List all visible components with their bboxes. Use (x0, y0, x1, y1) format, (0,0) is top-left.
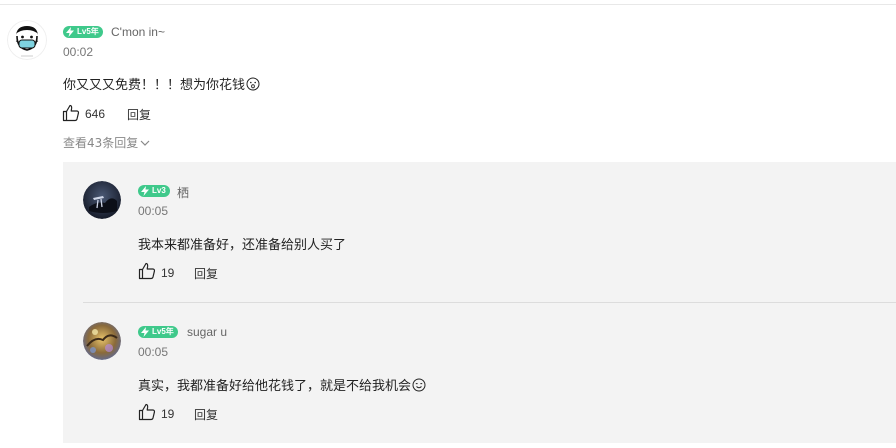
reply-text: 真实，我都准备好给他花钱了，就是不给我机会 (138, 375, 426, 396)
reply-button[interactable]: 回复 (194, 406, 218, 423)
like-count: 19 (161, 266, 175, 280)
reply-button[interactable]: 回复 (194, 265, 218, 282)
username[interactable]: C'mon in~ (111, 25, 165, 39)
level-badge: Lv3 (138, 185, 170, 197)
surprised-emoji-icon (246, 77, 260, 95)
thumbs-up-icon[interactable] (62, 104, 80, 122)
level-text: Lv5年 (152, 327, 174, 336)
comment-text: 你又又又免费！！！想为你花钱 (63, 74, 260, 95)
view-replies-label: 查看43条回复 (63, 136, 139, 150)
reply-text: 我本来都准备好，还准备给别人买了 (138, 238, 347, 253)
timestamp: 00:02 (63, 45, 94, 59)
like-count: 646 (85, 107, 106, 121)
lightning-icon (138, 185, 152, 197)
reply-divider (83, 302, 896, 303)
lightning-icon (63, 26, 77, 38)
chevron-down-icon (140, 136, 150, 150)
level-text: Lv3 (152, 186, 166, 195)
level-text: Lv5年 (77, 27, 99, 36)
username[interactable]: 栖 (177, 184, 189, 201)
top-divider (0, 4, 896, 5)
reply-button[interactable]: 回复 (127, 106, 151, 123)
timestamp: 00:05 (138, 204, 169, 218)
thumbs-up-icon[interactable] (138, 262, 156, 280)
avatar[interactable] (7, 20, 47, 60)
avatar[interactable] (83, 322, 121, 360)
username[interactable]: sugar u (187, 325, 227, 339)
smile-emoji-icon (412, 378, 426, 396)
timestamp: 00:05 (138, 345, 169, 359)
avatar[interactable] (83, 181, 121, 219)
view-replies-link[interactable]: 查看43条回复 (63, 134, 150, 151)
thumbs-up-icon[interactable] (138, 403, 156, 421)
like-count: 19 (161, 407, 175, 421)
lightning-icon (138, 326, 152, 338)
level-badge: Lv5年 (63, 26, 103, 38)
level-badge: Lv5年 (138, 326, 178, 338)
